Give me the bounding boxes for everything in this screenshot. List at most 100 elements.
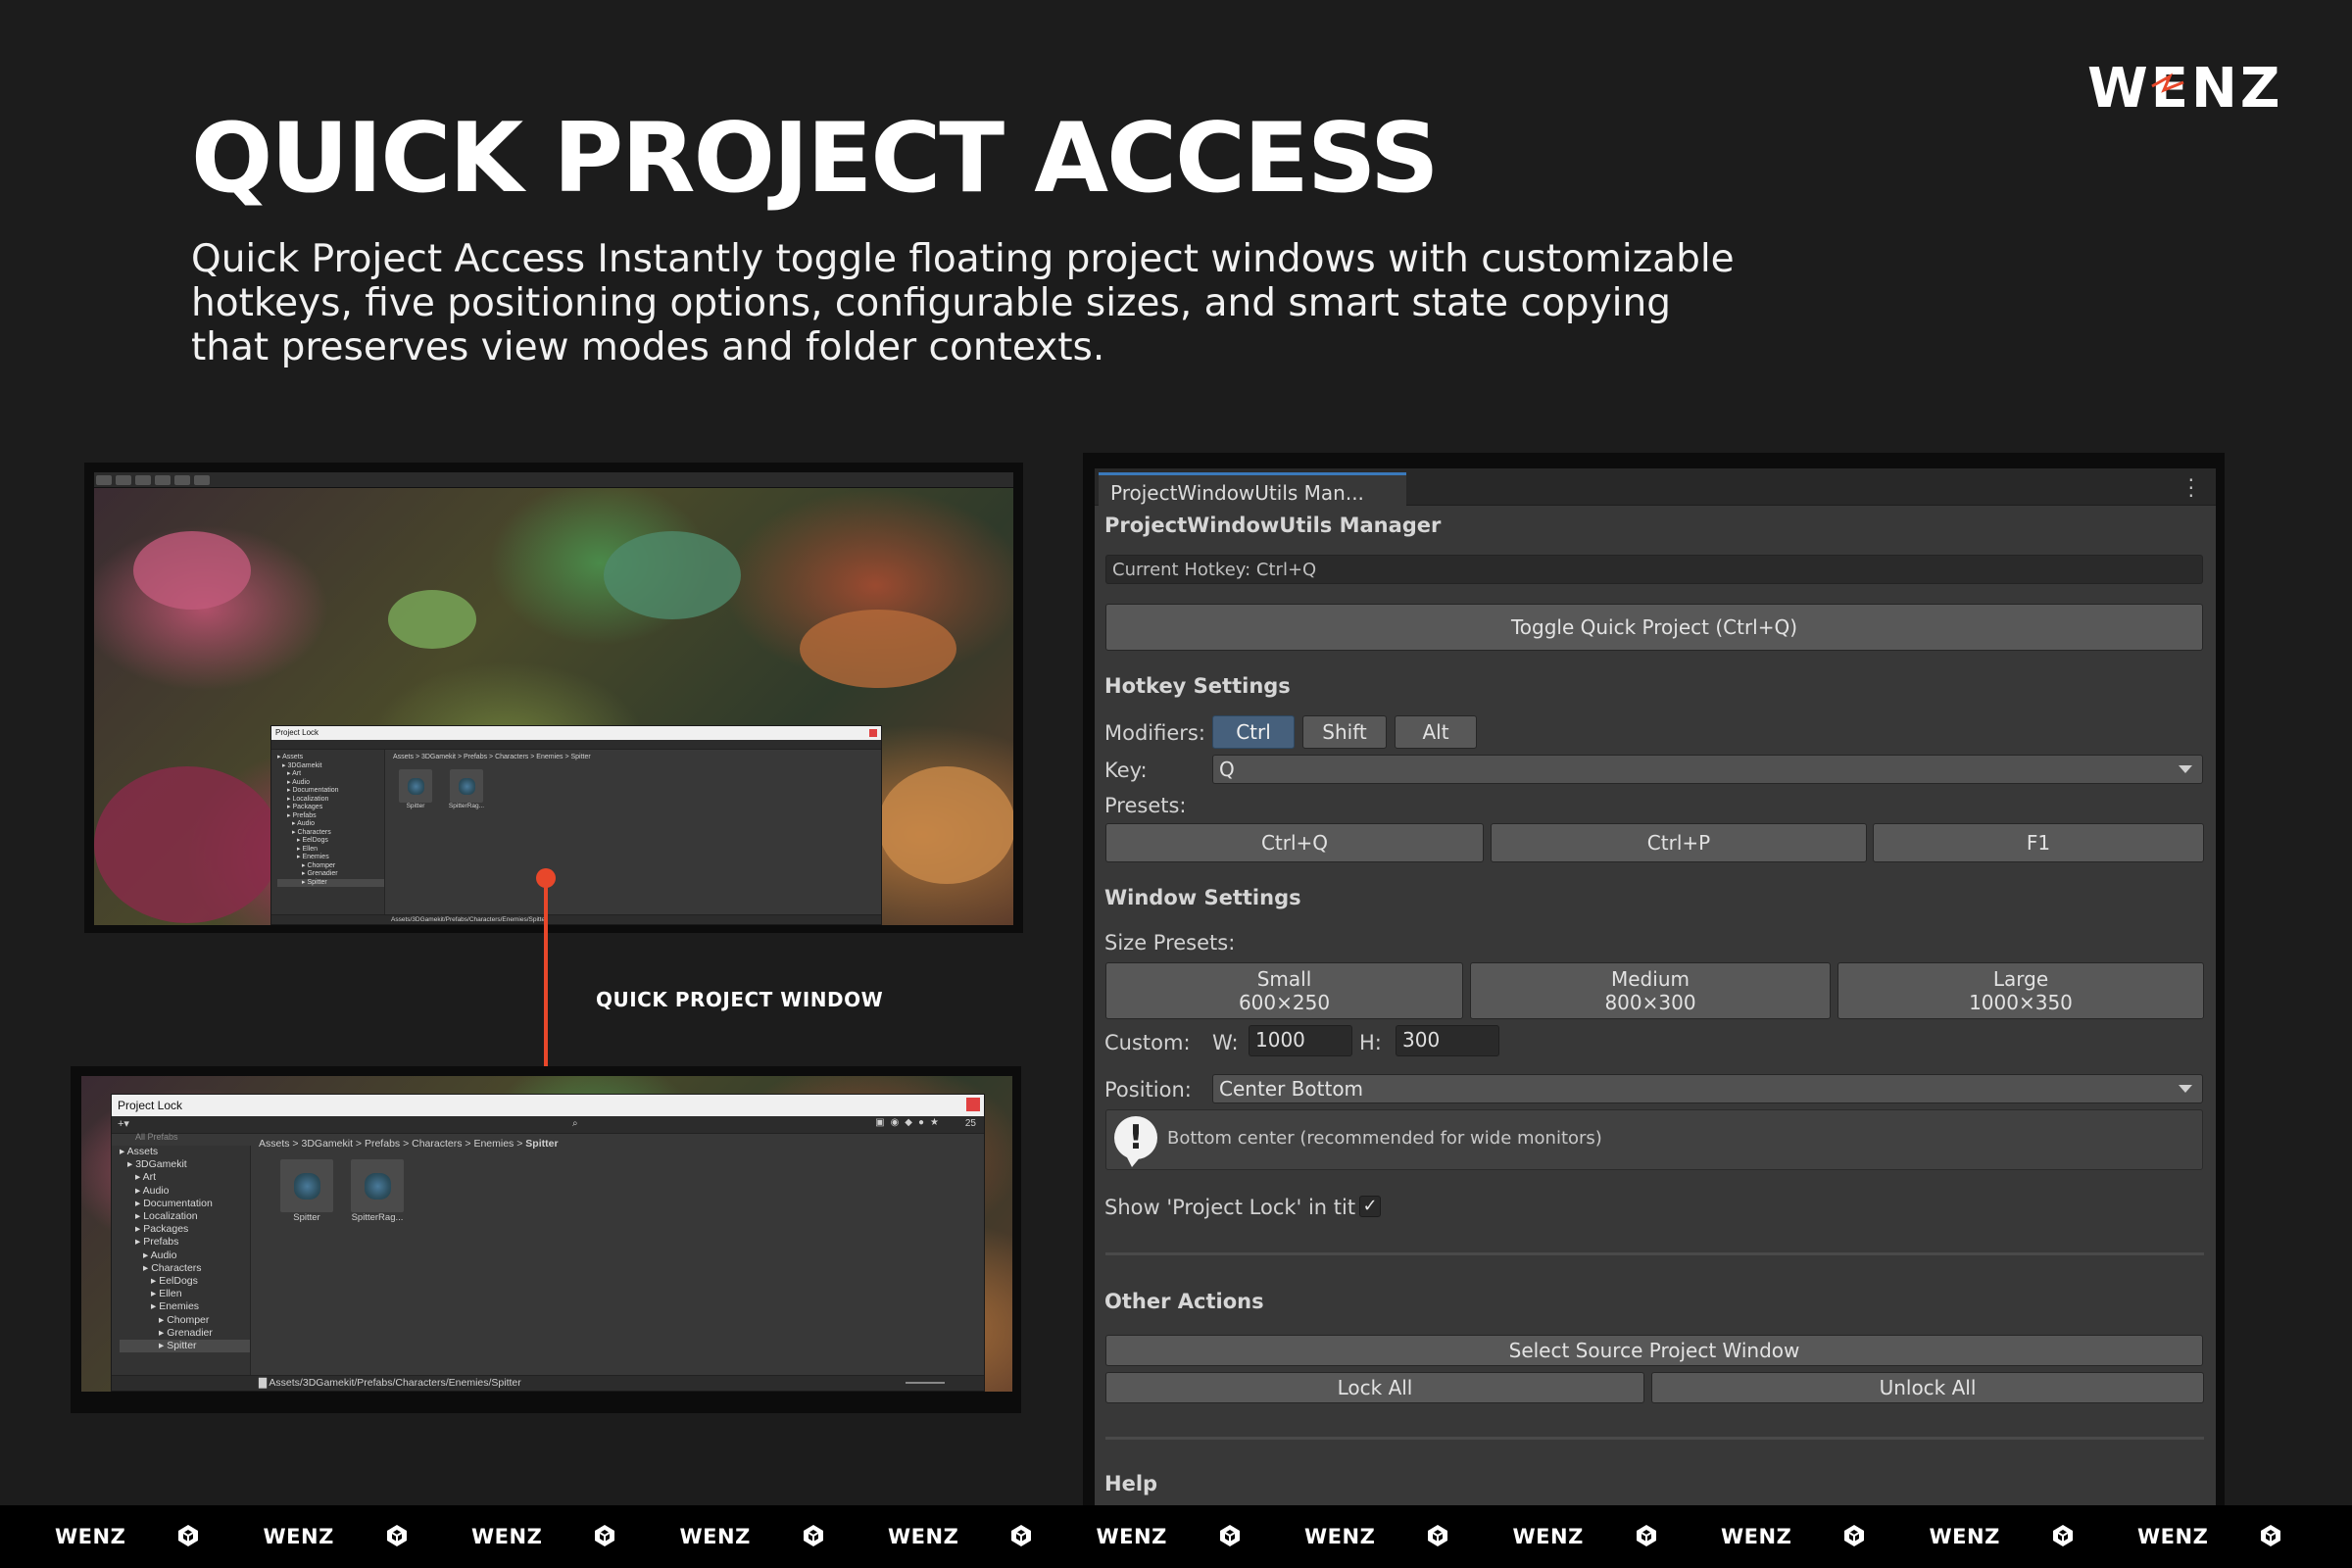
tree-item[interactable]: ▸ Chomper — [120, 1314, 250, 1327]
hotkey-settings-heading: Hotkey Settings — [1104, 674, 1291, 698]
tree-item[interactable]: ▸ Prefabs — [120, 1236, 250, 1249]
kebab-menu-icon[interactable]: · · · — [2188, 470, 2194, 506]
tree-item[interactable]: ▸ Art — [277, 770, 384, 779]
mini-window-titlebar[interactable]: Project Lock — [271, 726, 881, 740]
modifiers-label: Modifiers: — [1104, 721, 1205, 745]
height-input[interactable]: 300 — [1396, 1025, 1499, 1056]
tree-item[interactable]: ▸ Assets — [277, 754, 384, 762]
height-label: H: — [1359, 1031, 1382, 1054]
asset-item[interactable]: SpitterRag... — [345, 1159, 410, 1223]
project-lock-titlebar[interactable]: Project Lock — [112, 1095, 984, 1116]
tree-item[interactable]: ▸ Enemies — [277, 854, 384, 862]
tree-item[interactable]: ▸ Ellen — [277, 846, 384, 855]
asset-item[interactable]: SpitterRag... — [444, 769, 489, 809]
close-icon[interactable] — [869, 729, 877, 737]
zoom-slider[interactable] — [906, 1382, 945, 1384]
tree-item[interactable]: ▸ 3DGamekit — [120, 1158, 250, 1171]
project-lock-toolbar: +▾ ⌕ ▣◉◆●★ 25 — [112, 1116, 984, 1134]
breadcrumb-item[interactable]: Characters — [412, 1138, 462, 1150]
mini-project-window[interactable]: Project Lock ▸ Assets ▸ 3DGamekit ▸ Art ▸ A… — [270, 725, 882, 925]
footer-brand-text: WENZ — [2137, 1525, 2209, 1548]
tree-item[interactable]: ▸ Chomper — [277, 862, 384, 871]
tree-item[interactable]: ▸ Spitter — [277, 878, 384, 887]
tree-item[interactable]: ▸ Localization — [120, 1210, 250, 1223]
preset-f1-button[interactable]: F1 — [1873, 823, 2204, 862]
breadcrumb-item[interactable]: Enemies — [473, 1138, 514, 1150]
tree-item[interactable]: ▸ Grenadier — [120, 1327, 250, 1340]
asset-label: Spitter — [293, 1212, 320, 1223]
modifier-shift-toggle[interactable]: Shift — [1302, 715, 1387, 749]
width-input[interactable]: 1000 — [1249, 1025, 1352, 1056]
arrow-line — [544, 877, 548, 1078]
preset-ctrl-p-button[interactable]: Ctrl+P — [1491, 823, 1867, 862]
asset-label: SpitterRag... — [448, 803, 485, 809]
position-value: Center Bottom — [1219, 1077, 1364, 1101]
tree-item[interactable]: ▸ Grenadier — [277, 870, 384, 879]
toggle-quick-project-button[interactable]: Toggle Quick Project (Ctrl+Q) — [1105, 604, 2203, 651]
position-dropdown[interactable]: Center Bottom — [1212, 1074, 2203, 1103]
select-source-button[interactable]: Select Source Project Window — [1105, 1335, 2203, 1366]
lock-all-button[interactable]: Lock All — [1105, 1372, 1644, 1403]
brand-logo: WENZ — [2087, 57, 2283, 121]
tree-item[interactable]: ▸ Localization — [277, 796, 384, 805]
panel-header: ProjectWindowUtils Manager — [1104, 514, 1442, 537]
tree-item[interactable]: ▸ EelDogs — [120, 1275, 250, 1288]
unlock-all-button[interactable]: Unlock All — [1651, 1372, 2204, 1403]
tree-item[interactable]: ▸ Packages — [120, 1223, 250, 1236]
chevron-down-icon — [2179, 765, 2192, 773]
tree-item[interactable]: ▸ Enemies — [120, 1300, 250, 1313]
search-icon[interactable]: ⌕ — [572, 1118, 578, 1129]
other-actions-heading: Other Actions — [1104, 1290, 1264, 1313]
size-medium-button[interactable]: Medium 800×300 — [1470, 962, 1831, 1019]
breadcrumb-item[interactable]: 3DGamekit — [301, 1138, 353, 1150]
tree-item[interactable]: ▸ Audio — [120, 1185, 250, 1198]
show-title-checkbox[interactable]: ✓ — [1359, 1196, 1381, 1217]
unity-logo-icon — [178, 1525, 198, 1546]
key-dropdown[interactable]: Q — [1212, 755, 2203, 784]
add-icon[interactable]: +▾ — [118, 1118, 129, 1130]
custom-label: Custom: — [1104, 1031, 1191, 1054]
tree-item[interactable]: ▸ Documentation — [277, 787, 384, 796]
tree-item[interactable]: ▸ 3DGamekit — [277, 762, 384, 771]
tree-item[interactable]: ▸ Art — [120, 1171, 250, 1184]
tree-item[interactable]: ▸ Characters — [120, 1262, 250, 1275]
close-icon[interactable] — [966, 1098, 980, 1111]
size-large-button[interactable]: Large 1000×350 — [1838, 962, 2204, 1019]
preset-ctrl-q-button[interactable]: Ctrl+Q — [1105, 823, 1484, 862]
tree-item[interactable]: ▸ Characters — [277, 829, 384, 838]
tree-item[interactable]: ▸ Assets — [120, 1146, 250, 1158]
tree-item[interactable]: ▸ Ellen — [120, 1288, 250, 1300]
modifier-ctrl-toggle[interactable]: Ctrl — [1212, 715, 1295, 749]
tree-item[interactable]: ▸ Prefabs — [277, 812, 384, 821]
asset-item[interactable]: Spitter — [274, 1159, 339, 1223]
tree-item[interactable]: ▸ Audio — [277, 820, 384, 829]
show-title-label: Show 'Project Lock' in title — [1104, 1196, 1357, 1219]
page-description: Quick Project Access Instantly toggle fl… — [191, 237, 1735, 369]
mini-asset-grid: Spitter SpitterRag... — [393, 769, 495, 809]
tree-item[interactable]: ▸ Audio — [277, 779, 384, 788]
breadcrumb-separator: > — [514, 1138, 526, 1150]
tree-item[interactable]: ▸ Packages — [277, 804, 384, 812]
asset-item[interactable]: Spitter — [393, 769, 438, 809]
breadcrumb-item[interactable]: Spitter — [525, 1138, 558, 1150]
tab-project-window-utils[interactable]: ProjectWindowUtils Man... — [1099, 472, 1406, 506]
breadcrumb-item[interactable]: Prefabs — [365, 1138, 400, 1150]
unity-logo-icon — [2052, 1525, 2073, 1546]
toolbar-icons[interactable]: ▣◉◆●★ — [875, 1117, 945, 1128]
tree-item[interactable]: ▸ Spitter — [120, 1340, 250, 1353]
asset-label: SpitterRag... — [351, 1212, 404, 1223]
info-icon: ! — [1114, 1116, 1157, 1167]
tree-item[interactable]: ▸ Audio — [120, 1250, 250, 1262]
project-window-utils-panel: ProjectWindowUtils Man... · · · ProjectWin… — [1095, 468, 2216, 1509]
breadcrumb-item[interactable]: Assets — [259, 1138, 290, 1150]
asset-grid: Spitter SpitterRag... — [274, 1159, 416, 1223]
project-lock-window[interactable]: Project Lock +▾ ⌕ ▣◉◆●★ 25 All Prefabs ▸… — [111, 1094, 985, 1392]
mini-breadcrumb: Assets > 3DGamekit > Prefabs > Character… — [393, 754, 591, 760]
modifier-alt-toggle[interactable]: Alt — [1395, 715, 1477, 749]
tree-item[interactable]: ▸ Documentation — [120, 1198, 250, 1210]
footer-brand-text: WENZ — [1096, 1525, 1167, 1548]
size-medium-name: Medium — [1611, 967, 1690, 991]
breadcrumb-separator: > — [353, 1138, 365, 1150]
size-small-button[interactable]: Small 600×250 — [1105, 962, 1463, 1019]
tree-item[interactable]: ▸ EelDogs — [277, 837, 384, 846]
